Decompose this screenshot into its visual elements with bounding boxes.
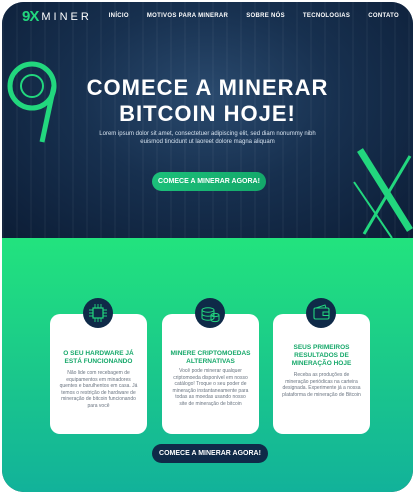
wallet-icon [306, 298, 336, 328]
feature-card-title: SEUS PRIMEIROS RESULTADOS DE MINERAÇÃO H… [291, 344, 352, 367]
page-frame: 9X MINER INÍCIO MOTIVOS PARA MINERAR SOB… [2, 2, 413, 492]
nav-link-inicio[interactable]: INÍCIO [109, 13, 129, 19]
chip-icon [83, 298, 113, 328]
feature-card-text: Você pode minerar qualquer criptomoeda d… [172, 368, 249, 407]
nav-menu: INÍCIO MOTIVOS PARA MINERAR SOBRE NÓS TE… [109, 13, 399, 19]
hero-title-line-2: BITCOIN HOJE! [119, 101, 296, 126]
nav-link-sobre[interactable]: SOBRE NÓS [246, 13, 285, 19]
logo-mark: 9X [22, 8, 39, 25]
feature-card: O SEU HARDWARE JÁ ESTÁ FUNCIONANDO Não l… [50, 298, 147, 434]
x-logo-decoration-icon [353, 148, 413, 238]
hero-title-line-1: COMECE A MINERAR [86, 75, 329, 100]
hero-section: 9X MINER INÍCIO MOTIVOS PARA MINERAR SOB… [2, 2, 413, 238]
coins-icon [195, 298, 225, 328]
nav-link-contato[interactable]: CONTATO [368, 13, 399, 19]
hero-cta-button[interactable]: COMECE A MINERAR AGORA! [152, 172, 266, 191]
nav-link-tecnologias[interactable]: TECNOLOGIAS [303, 13, 350, 19]
feature-card-text: Não lide com recebagem de equipamentos e… [59, 370, 138, 409]
hero-subtitle: Lorem ipsum dolor sit amet, consectetuer… [99, 131, 316, 145]
feature-card-text: Receba as produções de mineração periódi… [282, 372, 361, 398]
feature-card: MINERE CRIPTOMOEDAS ALTERNATIVAS Você po… [162, 298, 259, 434]
logo-text: MINER [41, 10, 92, 23]
top-navigation: 9X MINER INÍCIO MOTIVOS PARA MINERAR SOB… [2, 2, 413, 32]
feature-card: SEUS PRIMEIROS RESULTADOS DE MINERAÇÃO H… [273, 298, 370, 434]
feature-card-title: MINERE CRIPTOMOEDAS ALTERNATIVAS [170, 350, 251, 365]
brand-logo[interactable]: 9X MINER [22, 8, 92, 25]
section-cta-button[interactable]: COMECE A MINERAR AGORA! [152, 444, 268, 463]
nav-link-motivos[interactable]: MOTIVOS PARA MINERAR [147, 13, 228, 19]
feature-card-title: O SEU HARDWARE JÁ ESTÁ FUNCIONANDO [63, 350, 134, 365]
